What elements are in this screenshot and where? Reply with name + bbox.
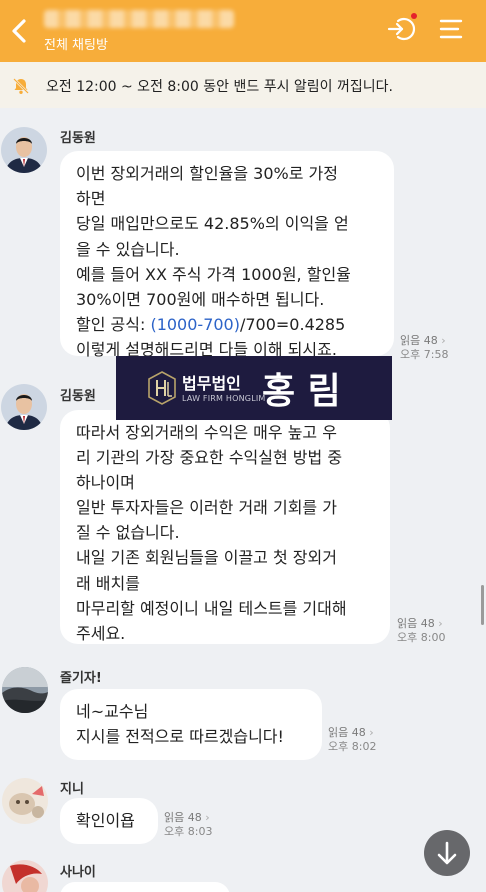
message-line: 하면 bbox=[76, 189, 106, 209]
message-line: 래 배치를 bbox=[76, 573, 140, 593]
message-line: 당일 매입만으로도 42.85%의 이익을 얻 bbox=[76, 214, 349, 234]
message-line: 하나이며 bbox=[76, 473, 135, 493]
sender-name: 즐기자! bbox=[60, 671, 102, 686]
message-line: 주세요. bbox=[76, 623, 126, 643]
message-line: 지시를 전적으로 따르겠습니다! bbox=[76, 727, 284, 746]
push-notice-text: 오전 12:00 ~ 오전 8:00 동안 밴드 푸시 알림이 꺼집니다. bbox=[46, 79, 393, 95]
law-firm-watermark: 법무법인 LAW FIRM HONGLIM 홍 림 bbox=[116, 356, 392, 420]
watermark-brand: 홍 림 bbox=[262, 370, 341, 412]
chevron-right-icon: › bbox=[201, 811, 210, 824]
scroll-to-bottom-button[interactable] bbox=[424, 830, 470, 876]
message-time: 오후 7:58 bbox=[400, 348, 449, 361]
message-meta: 읽음 48 › 오후 8:02 bbox=[328, 726, 376, 754]
message-line: 이번 장외거래의 할인율을 30%로 가정 bbox=[76, 164, 338, 183]
message-bubble[interactable]: 네~교수님 지시를 전적으로 따르겠습니다! bbox=[60, 689, 322, 760]
chevron-right-icon: › bbox=[437, 334, 446, 347]
sender-name: 김동원 bbox=[60, 131, 96, 146]
message-line: 예를 들어 XX 주식 가격 1000원, 할인율 bbox=[76, 264, 351, 284]
back-arrow-icon[interactable] bbox=[8, 16, 32, 46]
read-count[interactable]: 읽음 48 bbox=[328, 726, 366, 739]
message-line: 마무리할 예정이니 내일 테스트를 기대해 bbox=[76, 598, 347, 618]
message-meta: 읽음 48 › 오후 8:00 bbox=[397, 617, 445, 645]
message-line: 내일 기존 회원님들을 이끌고 첫 장외거 bbox=[76, 548, 337, 568]
chevron-right-icon: › bbox=[434, 617, 443, 630]
message-time: 오후 8:00 bbox=[397, 631, 446, 644]
avatar[interactable] bbox=[1, 384, 47, 430]
read-count[interactable]: 읽음 48 bbox=[397, 617, 435, 630]
watermark-english-name: LAW FIRM HONGLIM bbox=[182, 394, 266, 403]
menu-icon[interactable] bbox=[436, 14, 466, 44]
chat-header: 전체 채팅방 bbox=[0, 0, 486, 62]
chevron-right-icon: › bbox=[365, 726, 374, 739]
message-bubble[interactable]: 확인이욥 bbox=[60, 798, 158, 844]
sender-name: 김동원 bbox=[60, 389, 96, 404]
message-line: 30%이면 700원에 매수하면 됩니다. bbox=[76, 290, 325, 310]
message-time: 오후 8:03 bbox=[164, 825, 213, 838]
read-count[interactable]: 읽음 48 bbox=[164, 811, 202, 824]
formula-label: 할인 공식: bbox=[76, 315, 151, 335]
bell-off-icon bbox=[13, 78, 29, 94]
message-line: 질 수 없습니다. bbox=[76, 523, 180, 543]
sender-name: 사나이 bbox=[60, 865, 96, 880]
message-bubble[interactable] bbox=[60, 882, 230, 892]
avatar[interactable] bbox=[2, 860, 48, 892]
message-line: 을 수 있습니다. bbox=[76, 239, 180, 259]
message-time: 오후 8:02 bbox=[328, 740, 377, 753]
chat-subtitle: 전체 채팅방 bbox=[44, 38, 108, 53]
read-count[interactable]: 읽음 48 bbox=[400, 334, 438, 347]
message-meta: 읽음 48 › 오후 8:03 bbox=[164, 811, 212, 839]
message-line: 할인 공식: (1000-700)/700=0.4285 bbox=[76, 312, 378, 337]
avatar[interactable] bbox=[2, 667, 48, 713]
avatar[interactable] bbox=[1, 127, 47, 173]
avatar[interactable] bbox=[2, 778, 48, 824]
message-line: 네~교수님 bbox=[76, 702, 149, 721]
formula-link[interactable]: (1000-700) bbox=[150, 315, 240, 334]
watermark-korean-name: 법무법인 bbox=[182, 374, 241, 393]
scrollbar[interactable] bbox=[481, 585, 484, 625]
sender-name: 지니 bbox=[60, 782, 84, 797]
message-bubble[interactable]: 이번 장외거래의 할인율을 30%로 가정 하면 당일 매입만으로도 42.85… bbox=[60, 151, 394, 359]
arrow-down-icon bbox=[437, 841, 457, 865]
message-bubble[interactable]: 따라서 장외거래의 수익은 매우 높고 우 리 기관의 가장 중요한 수익실현 … bbox=[60, 410, 390, 644]
message-line: 확인이욥 bbox=[76, 811, 135, 830]
message-line: 따라서 장외거래의 수익은 매우 높고 우 bbox=[76, 423, 337, 442]
chat-title-blurred bbox=[44, 10, 234, 28]
formula-rest: /700=0.4285 bbox=[239, 315, 346, 335]
message-meta: 읽음 48 › 오후 7:58 bbox=[400, 334, 448, 362]
notification-dot bbox=[411, 13, 417, 19]
message-line: 리 기관의 가장 중요한 수익실현 방법 중 bbox=[76, 448, 343, 468]
message-line: 일반 투자자들은 이러한 거래 기회를 가 bbox=[76, 498, 337, 518]
law-firm-logo-icon bbox=[148, 371, 176, 405]
